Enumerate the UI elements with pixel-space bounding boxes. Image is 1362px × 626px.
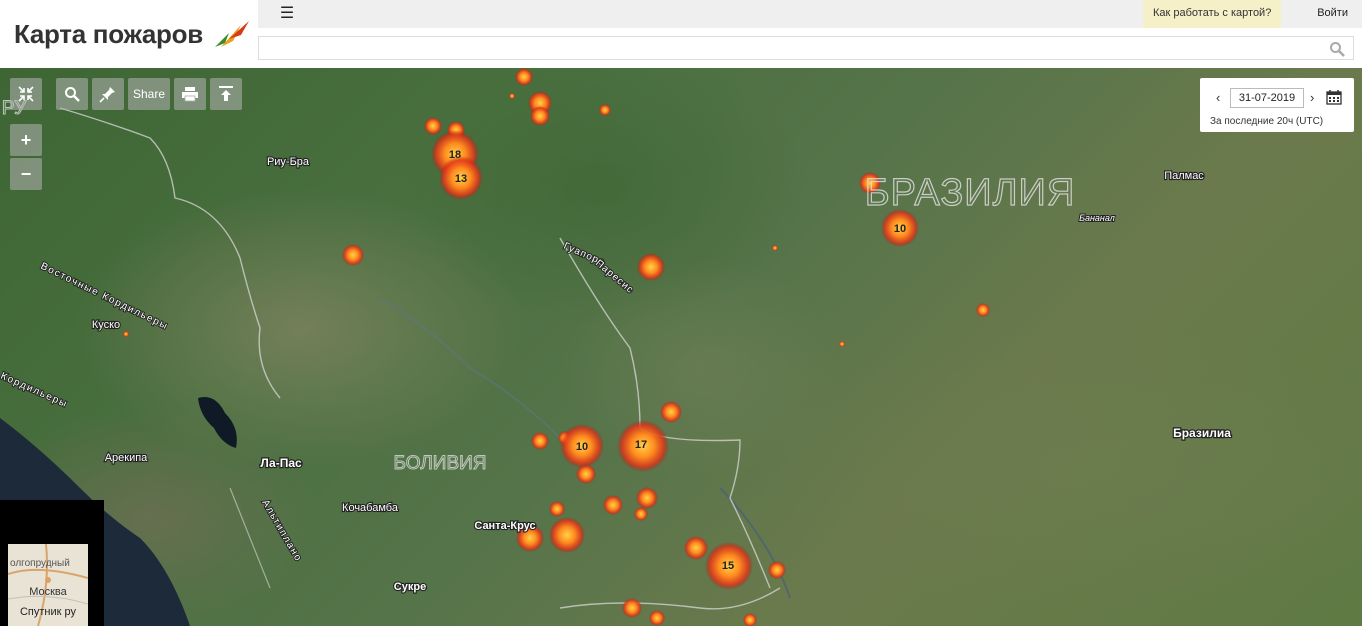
fire-cluster[interactable]: 15 bbox=[705, 542, 753, 590]
lake-area bbox=[198, 397, 237, 448]
border-line bbox=[59, 107, 281, 399]
upload-icon bbox=[219, 86, 233, 101]
login-link[interactable]: Войти bbox=[1317, 0, 1348, 28]
place-label: Палмас bbox=[1164, 170, 1204, 182]
chevron-right-icon[interactable]: › bbox=[1310, 90, 1314, 105]
share-button[interactable]: Share bbox=[128, 78, 170, 110]
zoom-out-button[interactable]: − bbox=[10, 158, 42, 190]
minimap-label: олгопрудный bbox=[10, 558, 70, 569]
header: Карта пожаров ☰ Как работать с картой? В… bbox=[0, 0, 1362, 68]
zoom-in-button[interactable]: + bbox=[10, 124, 42, 156]
fire-point bbox=[636, 487, 658, 509]
pin-icon bbox=[99, 87, 115, 103]
fire-point bbox=[772, 245, 778, 251]
place-label: Кочабамба bbox=[342, 502, 399, 514]
minimap-city: Москва bbox=[29, 586, 67, 598]
fire-cluster[interactable]: 10 bbox=[560, 424, 604, 468]
layer-switcher[interactable]: олгопрудный Москва Спутник ру bbox=[8, 544, 88, 626]
help-link[interactable]: Как работать с картой? bbox=[1143, 0, 1282, 28]
fire-point bbox=[637, 253, 665, 281]
fire-point bbox=[515, 68, 533, 86]
fire-point bbox=[549, 501, 565, 517]
cluster-count: 10 bbox=[894, 223, 906, 235]
place-label: Бананал bbox=[1079, 213, 1115, 223]
fire-point bbox=[603, 495, 623, 515]
brand[interactable]: Карта пожаров bbox=[0, 0, 258, 68]
place-label: Арекипа bbox=[105, 452, 148, 464]
border-line bbox=[559, 587, 781, 610]
fire-points[interactable] bbox=[123, 68, 990, 626]
collapse-icon bbox=[18, 86, 34, 102]
fire-point bbox=[531, 432, 549, 450]
search-box bbox=[258, 36, 1354, 60]
print-button[interactable] bbox=[174, 78, 206, 110]
date-field[interactable]: 31-07-2019 bbox=[1230, 88, 1304, 108]
fire-point bbox=[649, 610, 665, 626]
chevron-left-icon[interactable]: ‹ bbox=[1216, 90, 1220, 105]
fire-point bbox=[599, 104, 611, 116]
place-label: Ла-Пас bbox=[260, 456, 302, 470]
fire-cluster[interactable]: 17 bbox=[617, 420, 669, 472]
map-canvas: 18 13 10 10 17 15 Риу-Бра Палмас Бананал… bbox=[0, 68, 1232, 626]
fire-point bbox=[976, 303, 990, 317]
place-labels: Риу-Бра Палмас Бананал БРАЗИЛИЯ Куско Ар… bbox=[0, 98, 1232, 595]
search-input[interactable] bbox=[259, 37, 1353, 59]
fire-point bbox=[549, 517, 585, 553]
cluster-count: 10 bbox=[576, 441, 588, 453]
cluster-count: 17 bbox=[635, 439, 647, 451]
fire-point bbox=[634, 507, 648, 521]
flame-logo-icon bbox=[214, 21, 249, 47]
upload-button[interactable] bbox=[210, 78, 242, 110]
layer-name: Спутник ру bbox=[19, 606, 77, 618]
place-label: Риу-Бра bbox=[267, 156, 310, 168]
menu-icon[interactable]: ☰ bbox=[276, 4, 298, 24]
cluster-count: 15 bbox=[722, 560, 734, 572]
fire-point bbox=[530, 106, 550, 126]
place-label: Бразилиа bbox=[1173, 426, 1231, 440]
place-label: Кордильеры bbox=[0, 371, 69, 411]
fullscreen-button[interactable] bbox=[10, 78, 42, 110]
magnifier-icon bbox=[65, 87, 80, 102]
search-map-button[interactable] bbox=[56, 78, 88, 110]
map-view[interactable]: 18 13 10 10 17 15 Риу-Бра Палмас Бананал… bbox=[0, 68, 1362, 626]
place-label: Альтиплано bbox=[259, 498, 304, 564]
search-icon[interactable] bbox=[1329, 41, 1345, 57]
fire-point bbox=[342, 244, 364, 266]
fire-point bbox=[424, 117, 442, 135]
period-note: За последние 20ч (UTC) bbox=[1210, 116, 1324, 127]
place-label: Санта-Крус bbox=[474, 520, 535, 532]
fire-point bbox=[509, 93, 515, 99]
pin-button[interactable] bbox=[92, 78, 124, 110]
site-title: Карта пожаров bbox=[14, 18, 203, 49]
fire-point bbox=[768, 561, 786, 579]
fire-point bbox=[622, 598, 642, 618]
country-label: БОЛИВИЯ bbox=[394, 453, 487, 474]
cluster-count: 13 bbox=[455, 173, 467, 185]
place-label: Сукре bbox=[394, 581, 426, 593]
fire-point bbox=[684, 536, 708, 560]
fire-point bbox=[839, 341, 845, 347]
calendar-icon[interactable] bbox=[1326, 89, 1342, 105]
fire-point bbox=[123, 331, 129, 337]
fire-cluster[interactable]: 13 bbox=[439, 156, 483, 200]
top-bar: ☰ Как работать с картой? Войти bbox=[258, 0, 1362, 28]
place-label: Куско bbox=[92, 319, 120, 331]
fire-point bbox=[743, 613, 757, 626]
country-label: БРАЗИЛИЯ bbox=[865, 172, 1076, 214]
fire-point bbox=[660, 401, 682, 423]
printer-icon bbox=[182, 87, 198, 102]
fire-cluster[interactable]: 10 bbox=[881, 209, 919, 247]
date-panel: ‹ 31-07-2019 › За последние 20ч (UTC) bbox=[1200, 78, 1354, 132]
place-label: Паресис bbox=[593, 258, 636, 296]
